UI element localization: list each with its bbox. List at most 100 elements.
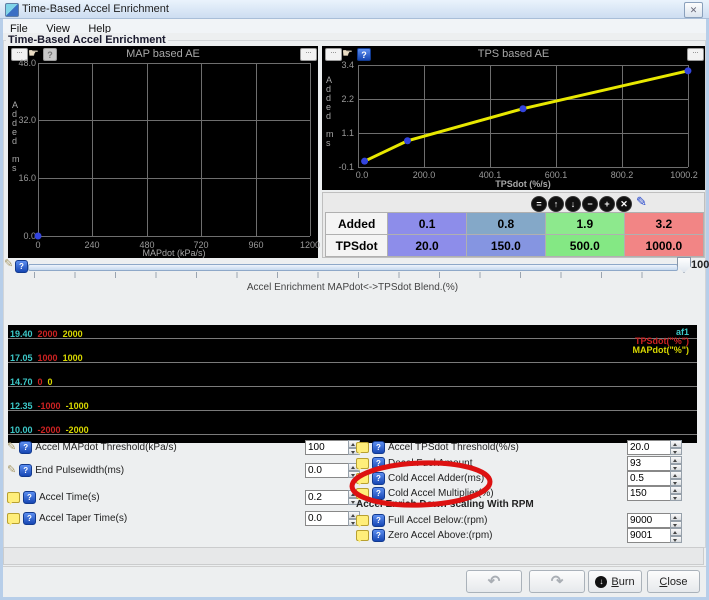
afr-scale-value: 10.00: [10, 425, 33, 435]
spin-up-button[interactable]: [670, 440, 682, 448]
spin-up-button[interactable]: [670, 471, 682, 479]
spin-up-button[interactable]: [670, 486, 682, 494]
page-title: Time-Based Accel Enrichment: [6, 34, 168, 46]
close-button-label: Close: [659, 576, 687, 588]
table-cell[interactable]: 20.0: [388, 235, 467, 257]
undo-icon: ↶: [488, 574, 501, 589]
undo-button[interactable]: ↶: [466, 570, 522, 593]
spin-up-button[interactable]: [670, 513, 682, 521]
map-expand-button[interactable]: ...: [300, 48, 317, 61]
help-icon[interactable]: ?: [23, 512, 36, 525]
spin-down-button[interactable]: [670, 521, 682, 529]
tpsdot-scale-value: 2000: [38, 329, 58, 339]
accel-tpsdot-threshold-input[interactable]: [627, 440, 671, 455]
afr-scale-value: 12.35: [10, 401, 33, 411]
help-icon[interactable]: ?: [23, 491, 36, 504]
spin-up-button[interactable]: [670, 528, 682, 536]
spin-up-button[interactable]: [670, 456, 682, 464]
accel-mapdot-threshold-input[interactable]: [305, 440, 349, 455]
table-cell[interactable]: 3.2: [624, 213, 703, 235]
app-icon: [5, 3, 19, 17]
edit-pencil-icon[interactable]: ✎: [636, 194, 647, 210]
end-pulsewidth-input[interactable]: [305, 463, 349, 478]
curve-table: Added 0.1 0.8 1.9 3.2 TPSdot 20.0 150.0 …: [325, 212, 704, 257]
help-icon[interactable]: ?: [372, 514, 385, 527]
tps-ytick: -0.1: [328, 162, 354, 172]
burn-button-label: Burn: [611, 576, 634, 588]
set-equal-button[interactable]: =: [531, 196, 547, 212]
field-label: Accel TPSdot Threshold(%/s): [388, 442, 519, 453]
spinner: [670, 456, 682, 471]
tps-expand-button[interactable]: ...: [687, 48, 704, 61]
table-cell[interactable]: 150.0: [466, 235, 545, 257]
table-cell[interactable]: 1.9: [545, 213, 624, 235]
help-icon[interactable]: ?: [372, 441, 385, 454]
spin-down-button[interactable]: [670, 448, 682, 456]
tps-ae-chart[interactable]: TPS based AE ... ☛ ? ... 3.4 2.2 1.1 -0.…: [322, 46, 705, 190]
table-cell[interactable]: 0.1: [388, 213, 467, 235]
increment-button[interactable]: ↑: [548, 196, 564, 212]
close-button[interactable]: Close: [647, 570, 700, 593]
status-strip: [3, 547, 704, 565]
field-label: Cold Accel Adder(ms): [388, 473, 484, 484]
window-close-button[interactable]: ✕: [684, 2, 703, 18]
menu-bar: File View Help: [3, 19, 706, 34]
tps-help-icon[interactable]: ?: [357, 48, 371, 61]
pencil-icon: ✎: [4, 259, 13, 270]
spin-down-button[interactable]: [670, 494, 682, 502]
blend-slider-track[interactable]: [28, 264, 678, 271]
blend-slider-value: 100: [691, 259, 709, 271]
map-ae-chart[interactable]: MAP based AE ... ☛ ? ... 48.0 32.0 16.0 …: [8, 46, 318, 258]
live-graph: 19.4020002000 17.0510001000 14.7000 12.3…: [8, 325, 697, 443]
cold-accel-adder-input[interactable]: [627, 471, 671, 486]
spin-down-button[interactable]: [670, 464, 682, 472]
cold-accel-multiplier-input[interactable]: [627, 486, 671, 501]
title-bar[interactable]: Time-Based Accel Enrichment ✕: [0, 0, 709, 19]
spin-down-button[interactable]: [670, 479, 682, 487]
field-label: Accel Taper Time(s): [39, 513, 127, 524]
field-row: ? Accel Time(s): [7, 491, 100, 504]
decrement-button[interactable]: ↓: [565, 196, 581, 212]
zero-accel-above-input[interactable]: [627, 528, 671, 543]
decel-fuel-amount-input[interactable]: [627, 456, 671, 471]
map-ytick: 16.0: [10, 173, 36, 183]
table-cell[interactable]: 0.8: [466, 213, 545, 235]
table-cell[interactable]: 1000.0: [624, 235, 703, 257]
map-help-icon[interactable]: ?: [43, 48, 57, 61]
afr-scale-value: 17.05: [10, 353, 33, 363]
afr-scale-value: 19.40: [10, 329, 33, 339]
spinner: [670, 486, 682, 501]
help-icon[interactable]: ?: [372, 529, 385, 542]
scale-up-button[interactable]: +: [599, 196, 615, 212]
rpm-section-header: Accel Enrich Down-scaling With RPM: [356, 499, 534, 510]
spin-down-button[interactable]: [670, 536, 682, 544]
help-icon[interactable]: ?: [19, 464, 32, 477]
tpsdot-scale-value: 1000: [38, 353, 58, 363]
comment-bubble-icon: [7, 513, 20, 524]
accel-time-input[interactable]: [305, 490, 349, 505]
redo-button[interactable]: ↷: [529, 570, 585, 593]
full-accel-below-input[interactable]: [627, 513, 671, 528]
field-label: Zero Accel Above:(rpm): [388, 530, 492, 541]
burn-button[interactable]: ↓ Burn: [588, 570, 642, 593]
help-icon[interactable]: ?: [372, 457, 385, 470]
tpsdot-scale-value: -2000: [38, 425, 61, 435]
field-label: Cold Accel Multiplier(%): [388, 488, 494, 499]
comment-bubble-icon: [356, 442, 369, 453]
burn-icon: ↓: [595, 576, 607, 588]
table-cell[interactable]: 500.0: [545, 235, 624, 257]
mapdot-scale-value: 1000: [63, 353, 83, 363]
spinner: [670, 528, 682, 543]
afr-scale-value: 14.70: [10, 377, 33, 387]
legend-mapdot: MAPdot("%"): [632, 345, 689, 355]
hand-tool-icon[interactable]: ☛: [342, 47, 353, 59]
tps-yaxis-label: A d d e d m s: [326, 76, 334, 148]
clear-button[interactable]: ✕: [616, 196, 632, 212]
field-row: ✎ ? End Pulsewidth(ms): [7, 464, 124, 477]
help-icon[interactable]: ?: [372, 472, 385, 485]
accel-taper-time-input[interactable]: [305, 511, 349, 526]
row-header-added: Added: [326, 213, 388, 235]
blend-help-icon[interactable]: ?: [15, 260, 28, 273]
help-icon[interactable]: ?: [19, 441, 32, 454]
scale-down-button[interactable]: −: [582, 196, 598, 212]
